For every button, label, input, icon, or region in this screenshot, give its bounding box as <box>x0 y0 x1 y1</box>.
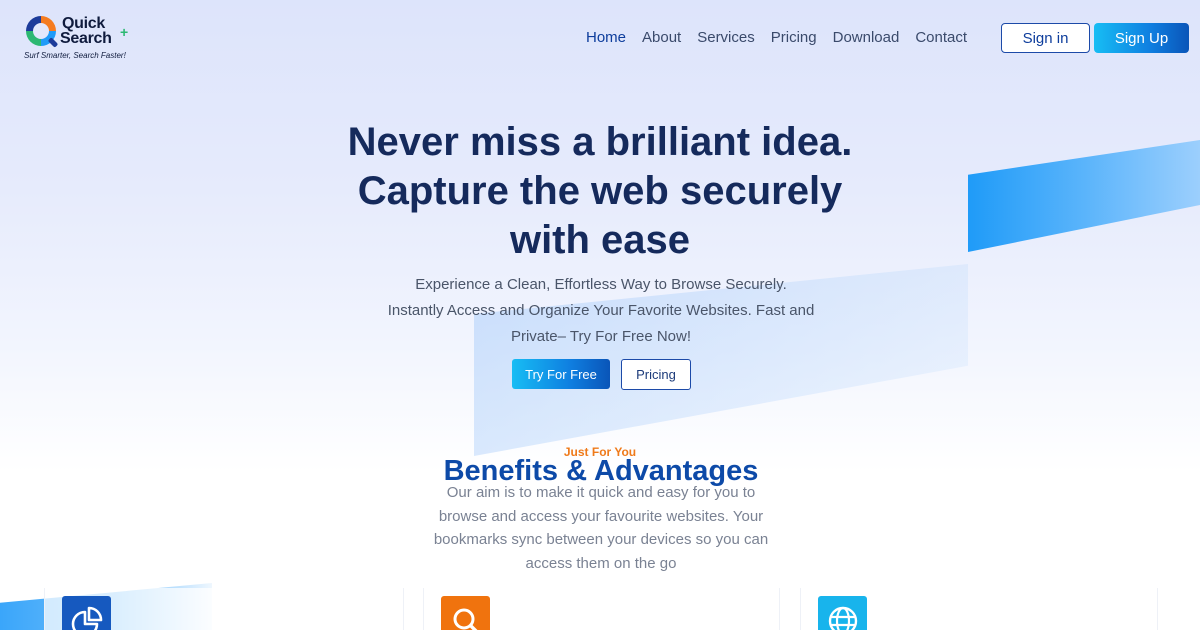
nav-item-contact[interactable]: Contact <box>907 26 975 50</box>
brand-name-line2: Search <box>60 30 112 47</box>
hero-title-line-3: with ease <box>509 218 691 262</box>
hero-subtitle: Experience a Clean, Effortless Way to Br… <box>387 276 815 345</box>
globe-icon <box>818 596 867 630</box>
q-logo-tail <box>47 37 59 48</box>
hero-title-line-1: Never miss a brilliant idea. <box>347 120 853 164</box>
pie-chart-icon <box>62 596 111 630</box>
benefit-card <box>423 588 780 630</box>
nav-item-pricing[interactable]: Pricing <box>763 26 825 50</box>
hero-title: Never miss a brilliant idea. Capture the… <box>300 118 900 265</box>
nav-item-download[interactable]: Download <box>825 26 908 50</box>
brand-tagline: Surf Smarter, Search Faster! <box>24 51 126 60</box>
try-for-free-button[interactable]: Try For Free <box>512 359 610 389</box>
decorative-stripe-top <box>968 140 1200 252</box>
benefit-card <box>800 588 1158 630</box>
nav-item-about[interactable]: About <box>634 26 689 50</box>
hero-title-line-2: Capture the web securely <box>357 169 843 213</box>
brand-plus: + <box>120 24 129 40</box>
nav-item-services[interactable]: Services <box>689 26 763 50</box>
brand-logo[interactable]: Quick Search + Surf Smarter, Search Fast… <box>24 14 134 62</box>
benefit-card <box>44 588 404 630</box>
main-nav: Home About Services Pricing Download Con… <box>578 26 975 50</box>
pricing-button[interactable]: Pricing <box>621 359 691 390</box>
section-description: Our aim is to make it quick and easy for… <box>433 484 769 572</box>
sign-in-button[interactable]: Sign in <box>1001 23 1090 53</box>
nav-item-home[interactable]: Home <box>578 26 634 50</box>
sign-up-button[interactable]: Sign Up <box>1094 23 1189 53</box>
search-icon <box>441 596 490 630</box>
